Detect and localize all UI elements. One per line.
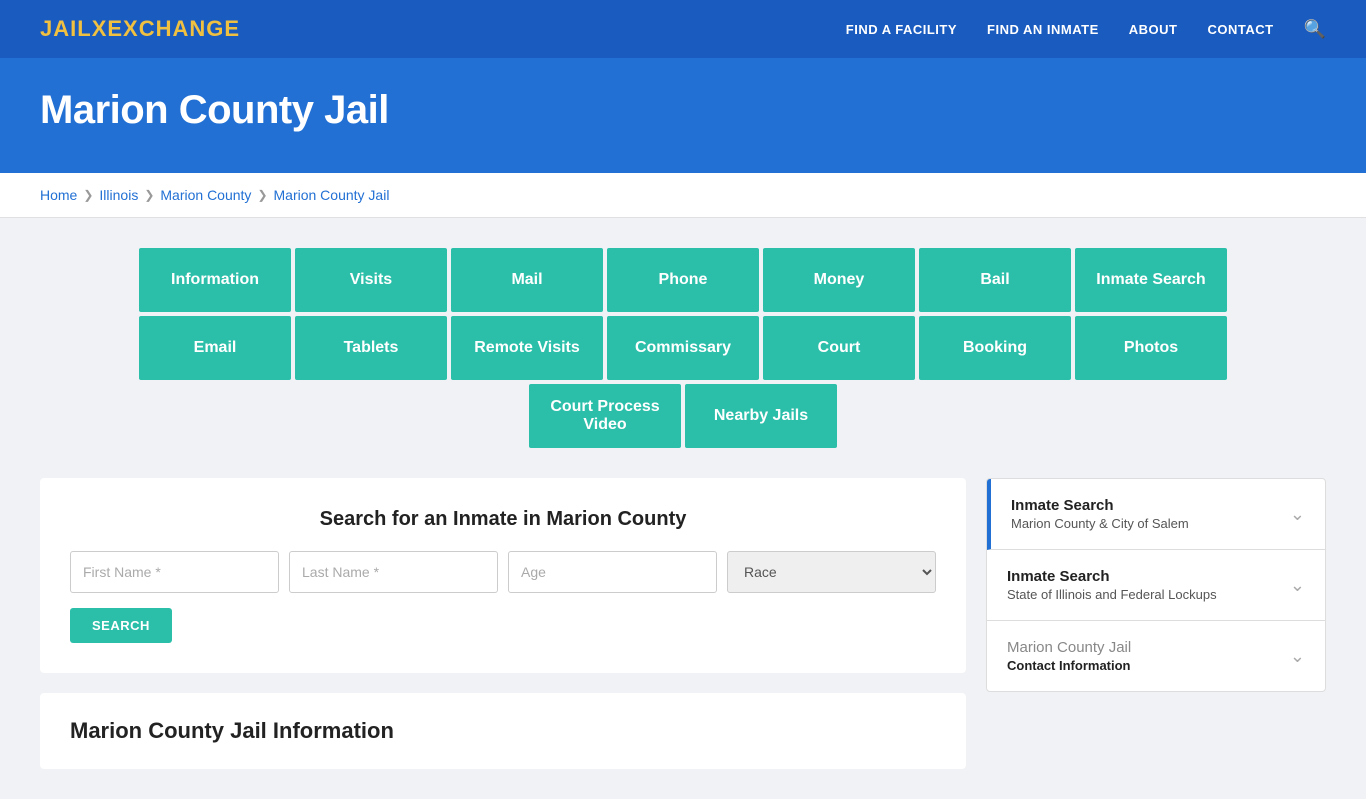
nav-find-facility[interactable]: FIND A FACILITY (846, 22, 957, 37)
rp-label-1: Inmate Search (1011, 497, 1189, 514)
site-logo[interactable]: JAILXEXCHANGE (40, 16, 240, 42)
search-title: Search for an Inmate in Marion County (70, 508, 936, 531)
logo-jail: JAIL (40, 16, 92, 41)
logo-exchange: EXCHANGE (107, 16, 240, 41)
rp-item-inmate-search-illinois[interactable]: Inmate Search State of Illinois and Fede… (987, 550, 1325, 621)
breadcrumb-sep-1: ❯ (83, 188, 93, 202)
info-section: Marion County Jail Information (40, 693, 966, 769)
tile-phone[interactable]: Phone (607, 248, 759, 312)
left-column: Search for an Inmate in Marion County Ra… (40, 478, 966, 769)
search-form-row: Race White Black Hispanic Asian Other (70, 551, 936, 593)
main-content: Information Visits Mail Phone Money Bail… (0, 218, 1366, 799)
tiles-row-2: Email Tablets Remote Visits Commissary C… (139, 316, 1227, 380)
tiles-row-1: Information Visits Mail Phone Money Bail… (139, 248, 1227, 312)
rp-sub-1: Marion County & City of Salem (1011, 516, 1189, 531)
breadcrumb-home[interactable]: Home (40, 187, 77, 203)
tile-money[interactable]: Money (763, 248, 915, 312)
tile-remote-visits[interactable]: Remote Visits (451, 316, 603, 380)
nav-find-inmate[interactable]: FIND AN INMATE (987, 22, 1099, 37)
search-button[interactable]: SEARCH (70, 608, 172, 643)
tile-commissary[interactable]: Commissary (607, 316, 759, 380)
tile-booking[interactable]: Booking (919, 316, 1071, 380)
nav-about[interactable]: ABOUT (1129, 22, 1178, 37)
breadcrumb-marion-county-jail[interactable]: Marion County Jail (274, 187, 390, 203)
search-box: Search for an Inmate in Marion County Ra… (40, 478, 966, 673)
tile-photos[interactable]: Photos (1075, 316, 1227, 380)
race-select[interactable]: Race White Black Hispanic Asian Other (727, 551, 936, 593)
rp-item-contact-info[interactable]: Marion County Jail Contact Information ⌄ (987, 621, 1325, 691)
chevron-down-icon-2: ⌄ (1290, 575, 1305, 596)
logo-x: X (92, 16, 108, 41)
hero-banner: Marion County Jail (0, 58, 1366, 173)
breadcrumb-marion-county[interactable]: Marion County (160, 187, 251, 203)
tile-court-process-video[interactable]: Court Process Video (529, 384, 681, 448)
tile-bail[interactable]: Bail (919, 248, 1071, 312)
tile-mail[interactable]: Mail (451, 248, 603, 312)
breadcrumb-sep-2: ❯ (144, 188, 154, 202)
tile-information[interactable]: Information (139, 248, 291, 312)
tile-visits[interactable]: Visits (295, 248, 447, 312)
tile-inmate-search[interactable]: Inmate Search (1075, 248, 1227, 312)
chevron-down-icon-1: ⌄ (1290, 504, 1305, 525)
rp-text-2: Inmate Search State of Illinois and Fede… (1007, 568, 1217, 602)
breadcrumb-sep-3: ❯ (257, 188, 267, 202)
tile-email[interactable]: Email (139, 316, 291, 380)
right-panel: Inmate Search Marion County & City of Sa… (986, 478, 1326, 692)
rp-label-muted-3: Marion County Jail (1007, 639, 1131, 656)
lower-section: Search for an Inmate in Marion County Ra… (40, 478, 1326, 769)
tiles-row-3: Court Process Video Nearby Jails (529, 384, 837, 448)
rp-label-2: Inmate Search (1007, 568, 1217, 585)
tile-nearby-jails[interactable]: Nearby Jails (685, 384, 837, 448)
rp-sub-2: State of Illinois and Federal Lockups (1007, 587, 1217, 602)
breadcrumb-illinois[interactable]: Illinois (99, 187, 138, 203)
nav-links: FIND A FACILITY FIND AN INMATE ABOUT CON… (846, 19, 1326, 40)
info-heading: Marion County Jail Information (70, 718, 936, 744)
last-name-input[interactable] (289, 551, 498, 593)
search-icon[interactable]: 🔍 (1304, 19, 1326, 40)
rp-item-inmate-search-marion[interactable]: Inmate Search Marion County & City of Sa… (987, 479, 1325, 550)
tiles-grid: Information Visits Mail Phone Money Bail… (40, 248, 1326, 448)
rp-text-1: Inmate Search Marion County & City of Sa… (1011, 497, 1189, 531)
rp-sub-3: Contact Information (1007, 658, 1131, 673)
tile-court[interactable]: Court (763, 316, 915, 380)
tile-tablets[interactable]: Tablets (295, 316, 447, 380)
nav-contact[interactable]: CONTACT (1207, 22, 1273, 37)
breadcrumb: Home ❯ Illinois ❯ Marion County ❯ Marion… (40, 187, 1326, 203)
page-title: Marion County Jail (40, 88, 1326, 133)
first-name-input[interactable] (70, 551, 279, 593)
navbar: JAILXEXCHANGE FIND A FACILITY FIND AN IN… (0, 0, 1366, 58)
rp-text-3: Marion County Jail Contact Information (1007, 639, 1131, 673)
age-input[interactable] (508, 551, 717, 593)
breadcrumb-bar: Home ❯ Illinois ❯ Marion County ❯ Marion… (0, 173, 1366, 218)
chevron-down-icon-3: ⌄ (1290, 646, 1305, 667)
